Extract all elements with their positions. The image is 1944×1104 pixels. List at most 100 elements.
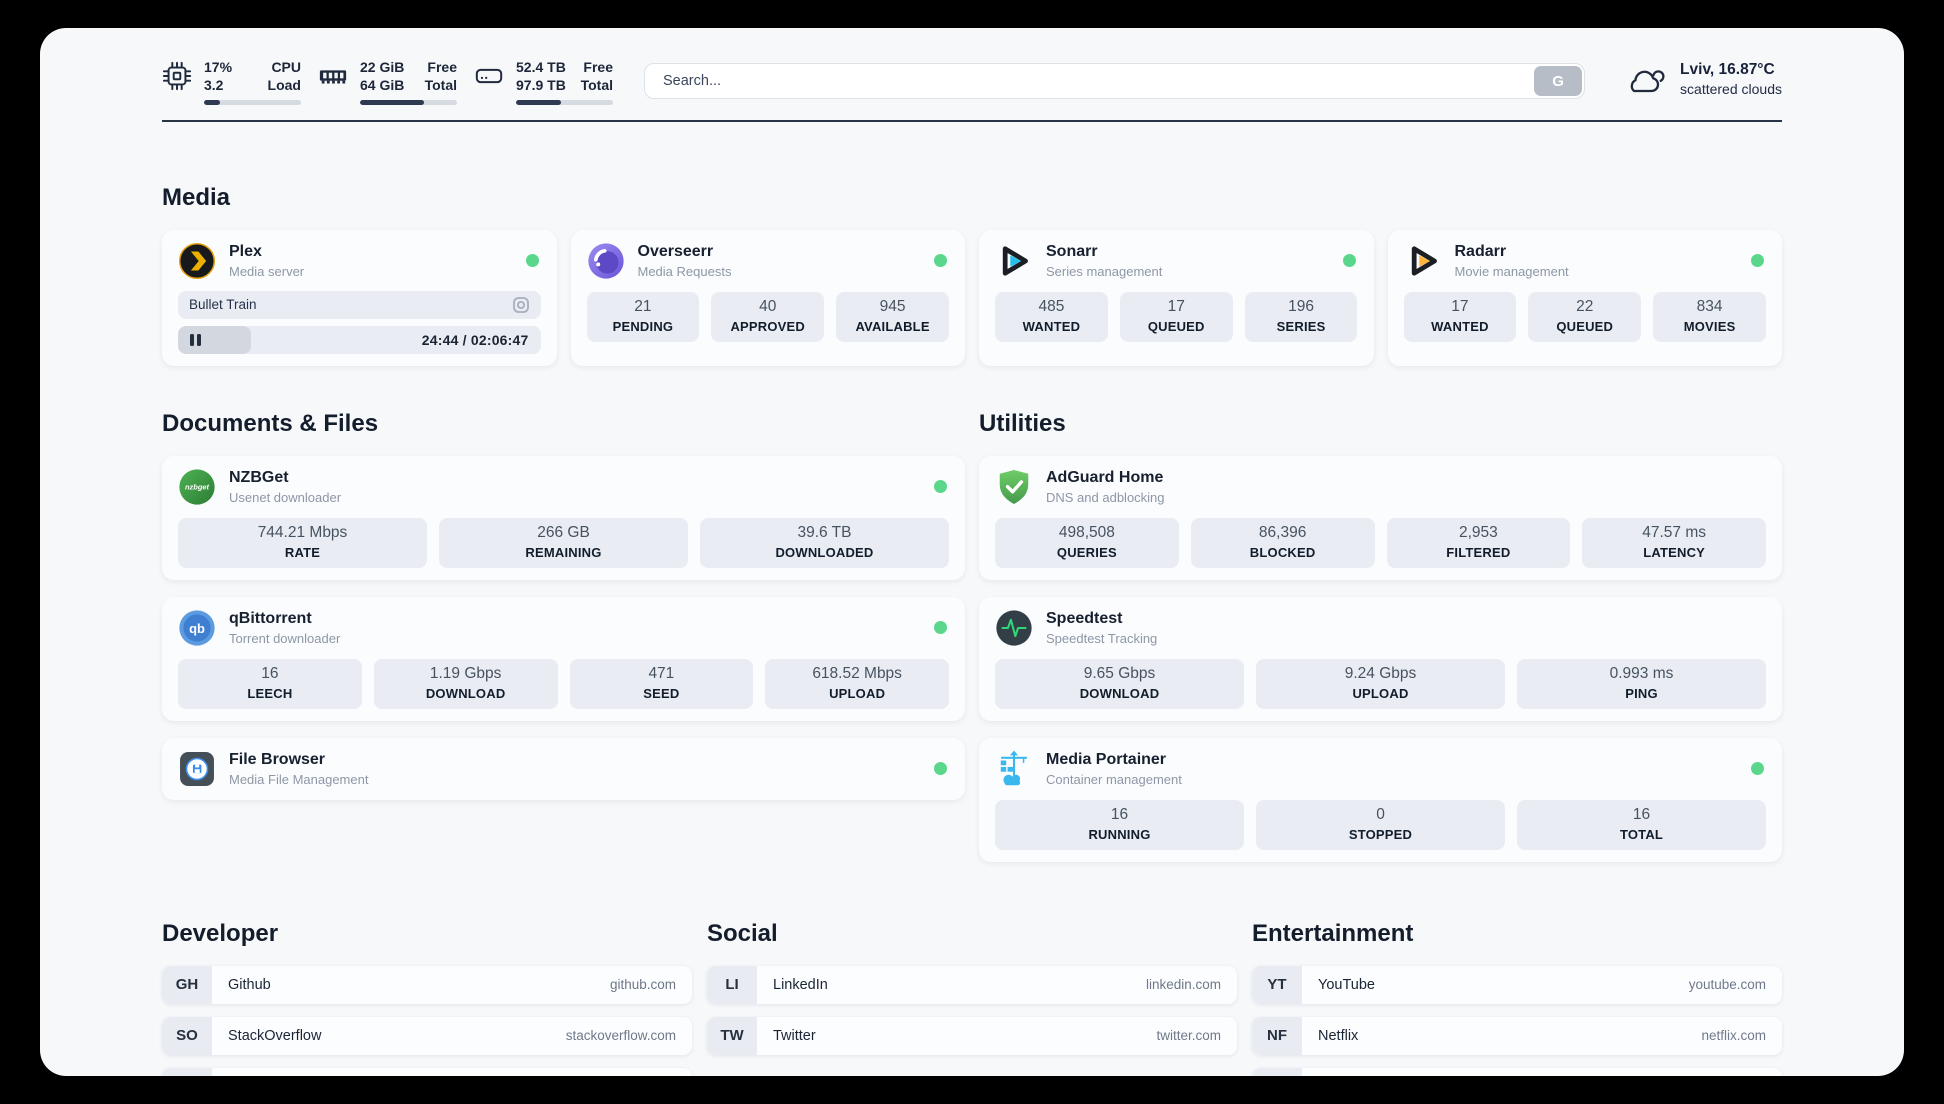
stat-upload: 9.24 Gbps UPLOAD — [1256, 658, 1505, 709]
memory-values: 22 GiB 64 GiB — [360, 59, 405, 94]
qbittorrent-icon: qb — [179, 610, 215, 646]
bookmark-twitter[interactable]: TW Twitter twitter.com — [707, 1016, 1237, 1055]
stat-blocked: 86,396 BLOCKED — [1190, 517, 1375, 568]
bookmark-youtube[interactable]: YT YouTube youtube.com — [1252, 965, 1782, 1004]
pause-icon[interactable] — [190, 333, 201, 346]
bookmark-abbr: LI — [707, 965, 757, 1004]
app-title: Radarr — [1454, 243, 1507, 261]
stat-stopped: 0 STOPPED — [1256, 799, 1505, 850]
app-title: Sonarr — [1046, 243, 1098, 261]
bookmark-abbr: NF — [1252, 1016, 1302, 1055]
status-dot — [1342, 254, 1356, 268]
adguard-icon — [999, 469, 1029, 504]
nzbget-icon: nzbget — [179, 469, 215, 505]
header-divider — [162, 119, 1782, 122]
app-subtitle: Media File Management — [229, 772, 369, 788]
radarr-icon — [1411, 246, 1437, 276]
portainer-icon — [1000, 750, 1027, 786]
app-card-qbittorrent[interactable]: qb qBittorrent Torrent downloader 16 LEE… — [162, 596, 965, 721]
stat-movies: 834 MOVIES — [1653, 291, 1766, 342]
stat-remaining: 266 GB REMAINING — [439, 517, 688, 568]
bookmark-name: YouTube — [1318, 976, 1375, 993]
bookmark-name: LinkedIn — [773, 976, 828, 993]
stat-download: 9.65 Gbps DOWNLOAD — [995, 658, 1244, 709]
status-dot — [934, 762, 947, 776]
stat-latency: 47.57 ms LATENCY — [1582, 517, 1766, 568]
bookmark-abbr: YT — [1252, 965, 1302, 1004]
stat-queued: 22 QUEUED — [1528, 291, 1642, 342]
app-title: Overseerr — [637, 243, 714, 261]
bookmark-url: netflix.com — [1701, 1028, 1766, 1044]
section-title-utilities: Utilities — [979, 409, 1066, 437]
disk-widget: 52.4 TB 97.9 TB Free Total — [474, 58, 613, 105]
app-card-adguard[interactable]: AdGuard Home DNS and adblocking 498,508 … — [979, 455, 1782, 580]
bookmark-stackoverflow[interactable]: SO StackOverflow stackoverflow.com — [162, 1016, 692, 1055]
bookmark-name: Github — [228, 976, 271, 993]
disk-progress-track — [516, 99, 613, 105]
app-card-overseerr[interactable]: Overseerr Media Requests 21 PENDING 40 A… — [570, 229, 965, 366]
stat-ping: 0.993 ms PING — [1517, 658, 1766, 709]
status-dot — [934, 621, 947, 635]
stat-seed: 471 SEED — [569, 658, 754, 709]
app-card-speedtest[interactable]: Speedtest Speedtest Tracking 9.65 Gbps D… — [979, 596, 1782, 721]
media-grid: Plex Media server Bullet Train 24:44 / 0… — [162, 229, 1782, 366]
bookmark-linkedin[interactable]: LI LinkedIn linkedin.com — [707, 965, 1237, 1004]
cpu-icon — [162, 61, 192, 91]
stat-wanted: 17 WANTED — [1403, 291, 1517, 342]
bookmarks-developer: Developer GH Github github.com SO StackO… — [162, 920, 692, 1076]
stat-total: 16 TOTAL — [1517, 799, 1766, 850]
section-title-developer: Developer — [162, 919, 279, 947]
playback-time: 24:44 / 02:06:47 — [421, 331, 529, 348]
app-card-nzbget[interactable]: nzbget NZBGet Usenet downloader 744.21 M… — [162, 455, 965, 580]
now-playing-title: Bullet Train — [189, 297, 257, 313]
top-bar: 17% 3.2 CPU Load 22 GiB 64 GiB Free Tota… — [162, 58, 1782, 105]
bookmark-url: stackoverflow.com — [565, 1028, 676, 1044]
filebrowser-icon — [180, 751, 214, 786]
ram-icon — [319, 70, 347, 84]
disk-icon — [475, 68, 503, 84]
disk-progress-fill — [516, 99, 561, 105]
app-card-portainer[interactable]: Media Portainer Container management 16 … — [979, 737, 1782, 862]
search-engine-button[interactable]: G — [1534, 66, 1583, 96]
plex-icon — [178, 242, 216, 279]
app-title: NZBGet — [229, 469, 289, 487]
status-dot — [1751, 254, 1764, 268]
stat-available: 945 AVAILABLE — [836, 291, 949, 342]
bookmark-dev[interactable]: DT DEV dev.to — [162, 1067, 692, 1076]
app-subtitle: Usenet downloader — [229, 490, 342, 506]
stat-upload: 618.52 Mbps UPLOAD — [765, 658, 949, 709]
section-title-social: Social — [707, 919, 778, 947]
bookmarks-entertainment: Entertainment YT YouTube youtube.com NF … — [1252, 920, 1782, 1076]
stat-filtered: 2,953 FILTERED — [1386, 517, 1571, 568]
bookmark-url: github.com — [609, 977, 676, 993]
bookmark-abbr: DT — [162, 1067, 212, 1076]
status-dot — [934, 480, 947, 494]
status-dot — [1751, 762, 1764, 776]
app-card-filebrowser[interactable]: File Browser Media File Management — [162, 737, 965, 800]
bookmark-abbr: RE — [1252, 1067, 1302, 1076]
stat-downloaded: 39.6 TB DOWNLOADED — [700, 517, 949, 568]
app-title: Speedtest — [1046, 610, 1123, 628]
bookmark-reddit[interactable]: RE Reddit reddit.com — [1252, 1067, 1782, 1076]
utilities-column: Utilities AdGuard Home DNS and adblockin… — [979, 410, 1782, 862]
app-card-radarr[interactable]: Radarr Movie management 17 WANTED 22 QUE… — [1387, 229, 1782, 366]
search-box: G — [644, 63, 1586, 99]
bookmark-netflix[interactable]: NF Netflix netflix.com — [1252, 1016, 1782, 1055]
disk-labels: Free Total — [580, 59, 613, 94]
stat-queued: 17 QUEUED — [1119, 291, 1233, 342]
app-card-plex[interactable]: Plex Media server Bullet Train 24:44 / 0… — [162, 229, 557, 366]
stat-download: 1.19 Gbps DOWNLOAD — [373, 658, 558, 709]
bookmark-name: Netflix — [1318, 1027, 1359, 1044]
memory-widget: 22 GiB 64 GiB Free Total — [318, 58, 457, 105]
bookmark-github[interactable]: GH Github github.com — [162, 965, 692, 1004]
app-title: AdGuard Home — [1046, 469, 1164, 487]
bookmark-abbr: GH — [162, 965, 212, 1004]
app-title: File Browser — [229, 751, 326, 769]
search-input[interactable] — [644, 63, 1586, 99]
app-title: qBittorrent — [229, 610, 312, 628]
bookmark-url: linkedin.com — [1145, 977, 1221, 993]
bookmark-abbr: SO — [162, 1016, 212, 1055]
dashboard-panel: 17% 3.2 CPU Load 22 GiB 64 GiB Free Tota… — [40, 28, 1904, 1076]
cpu-widget: 17% 3.2 CPU Load — [162, 58, 301, 105]
app-card-sonarr[interactable]: Sonarr Series management 485 WANTED 17 Q… — [979, 229, 1374, 366]
